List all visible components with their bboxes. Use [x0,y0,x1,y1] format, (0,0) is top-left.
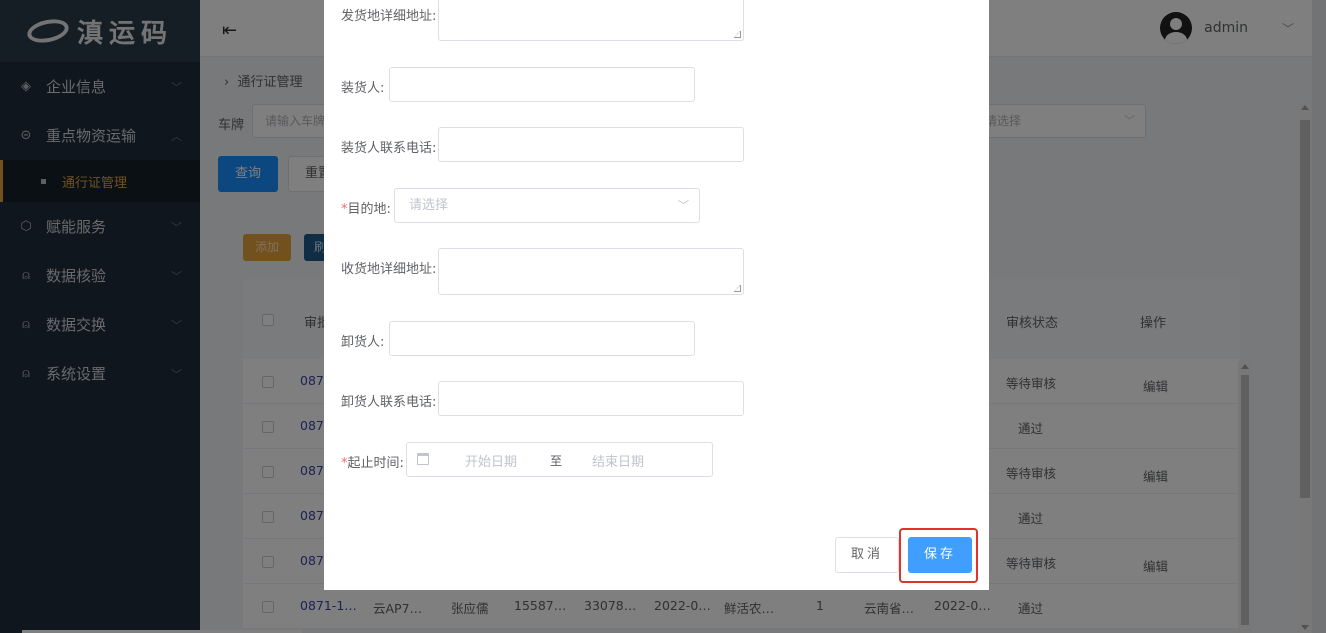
end-date-placeholder[interactable]: 结束日期 [592,451,644,470]
save-button-highlight [899,528,978,583]
loader-input[interactable] [389,67,695,102]
cancel-button[interactable]: 取消 [835,537,899,573]
date-range-picker[interactable]: 开始日期 至 结束日期 [406,442,713,477]
period-label-text: 起止时间: [347,456,404,471]
unloader-input[interactable] [389,321,695,356]
start-date-placeholder[interactable]: 开始日期 [465,451,517,470]
unloader-phone-input[interactable] [438,381,744,416]
calendar-icon [417,453,429,465]
period-label: *起止时间: [341,452,404,471]
loader-phone-input[interactable] [438,127,744,162]
receive-address-label: 收货地详细地址: [341,262,437,277]
range-separator: 至 [550,454,563,468]
destination-placeholder: 请选择 [409,198,449,213]
loader-label: 装货人: [341,81,385,96]
ship-address-label: 发货地详细地址: [341,9,437,24]
loader-phone-label: 装货人联系电话: [341,141,437,156]
destination-label: *目的地: [341,198,391,217]
destination-label-text: 目的地: [347,202,391,217]
chevron-down-icon: ﹀ [678,199,689,212]
permit-form-dialog: 发货地详细地址: 装货人: 装货人联系电话: *目的地: 请选择 ﹀ 收货地详细… [324,0,989,590]
receive-address-textarea[interactable] [438,248,744,295]
destination-select[interactable]: 请选择 ﹀ [394,188,700,223]
ship-address-textarea[interactable] [438,0,744,41]
unloader-label: 卸货人: [341,335,385,350]
unloader-phone-label: 卸货人联系电话: [341,395,437,410]
